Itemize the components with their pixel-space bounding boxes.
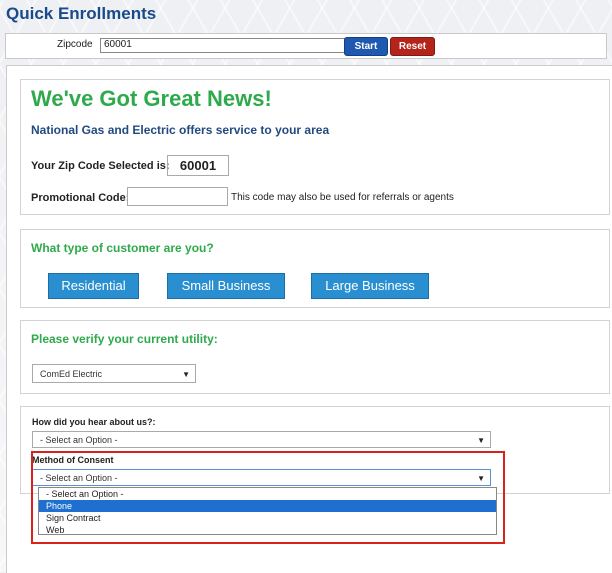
promo-code-hint: This code may also be used for referrals… — [231, 192, 454, 203]
zipcode-input[interactable]: 60001 — [100, 38, 346, 53]
zip-selected-value: 60001 — [167, 155, 229, 176]
page-title: Quick Enrollments — [6, 4, 157, 23]
small-business-button[interactable]: Small Business — [167, 273, 285, 299]
utility-heading: Please verify your current utility: — [31, 332, 218, 346]
zipcode-label: Zipcode — [57, 39, 93, 50]
zip-selected-label: Your Zip Code Selected is: — [31, 160, 170, 172]
news-card: We've Got Great News! National Gas and E… — [20, 79, 610, 215]
customer-type-heading: What type of customer are you? — [31, 241, 214, 255]
hear-about-select[interactable]: - Select an Option - ▼ — [32, 431, 491, 448]
utility-select-value: ComEd Electric — [40, 369, 103, 379]
hear-about-select-value: - Select an Option - — [40, 435, 118, 445]
chevron-down-icon: ▼ — [477, 436, 485, 445]
start-button[interactable]: Start — [344, 37, 388, 56]
chevron-down-icon: ▼ — [182, 370, 190, 379]
promo-code-label: Promotional Code: — [31, 192, 130, 204]
news-title: We've Got Great News! — [31, 86, 272, 111]
promo-code-input[interactable] — [127, 187, 228, 206]
customer-type-card: What type of customer are you? Residenti… — [20, 229, 610, 308]
zipcode-bar: Zipcode 60001 Start Reset — [5, 33, 607, 59]
reset-button[interactable]: Reset — [390, 37, 435, 56]
utility-select[interactable]: ComEd Electric ▼ — [32, 364, 196, 383]
residential-button[interactable]: Residential — [48, 273, 139, 299]
news-subtitle: National Gas and Electric offers service… — [31, 123, 330, 137]
hear-about-label: How did you hear about us?: — [32, 417, 156, 427]
large-business-button[interactable]: Large Business — [311, 273, 429, 299]
consent-highlight-frame — [31, 451, 505, 544]
utility-card: Please verify your current utility: ComE… — [20, 320, 610, 394]
